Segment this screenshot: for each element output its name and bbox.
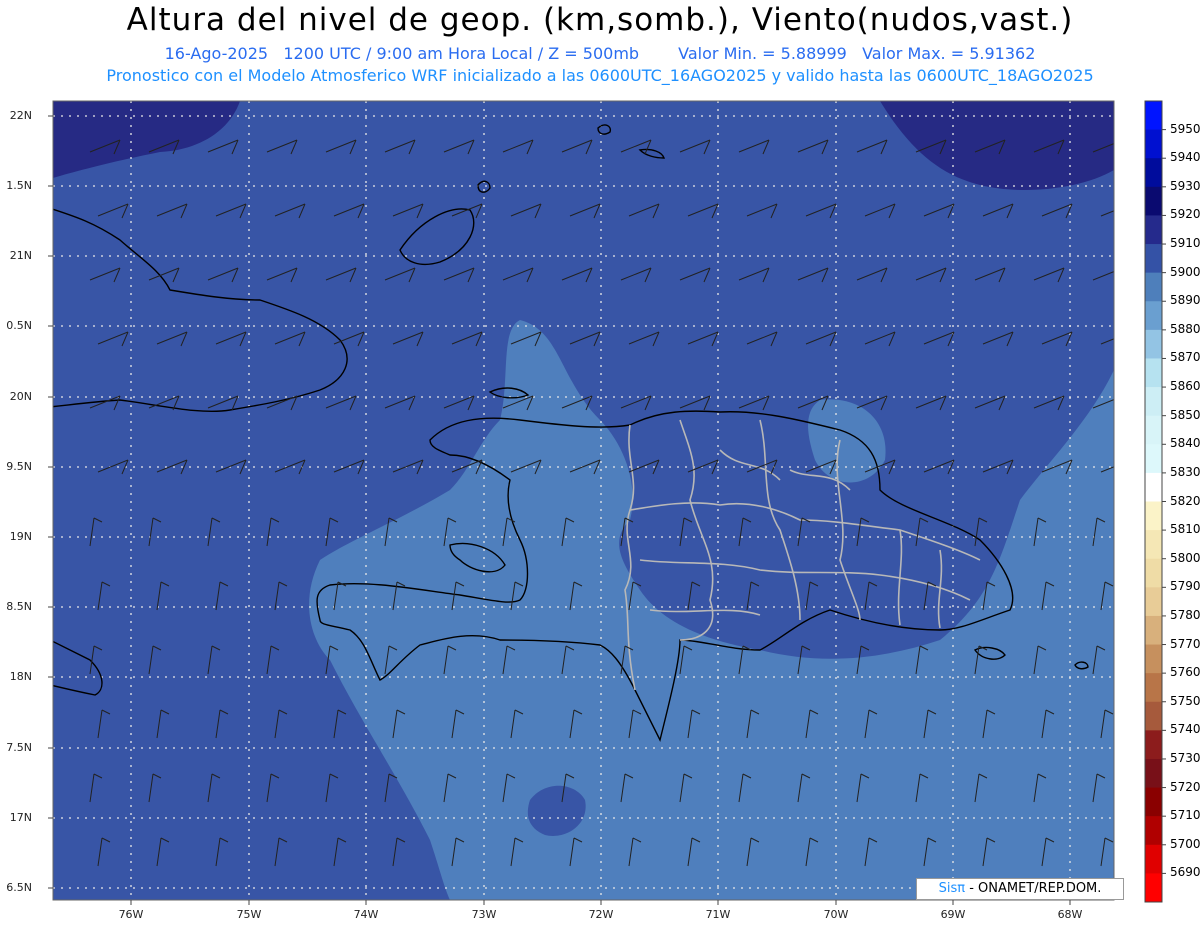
- colorbar-swatch: [1145, 758, 1162, 789]
- credit-text: - ONAMET/REP.DOM.: [965, 881, 1102, 896]
- colorbar-swatch: [1145, 415, 1162, 445]
- colorbar-label: 5830: [1170, 464, 1200, 479]
- lat-label-17n: 17N: [9, 811, 32, 824]
- lat-label-21n: 21N: [9, 249, 32, 262]
- colorbar-label: 5810: [1170, 522, 1200, 537]
- colorbar-label: 5900: [1170, 264, 1200, 279]
- colorbar-swatch: [1145, 501, 1162, 531]
- lat-label-21-5n: 1.5N: [6, 179, 32, 192]
- colorbar-swatch: [1145, 444, 1162, 474]
- colorbar-label: 5780: [1170, 607, 1200, 622]
- colorbar-label: 5920: [1170, 207, 1200, 222]
- colorbar-swatch: [1145, 530, 1162, 560]
- colorbar-swatch: [1145, 129, 1162, 159]
- credit-box: Sisπ - ONAMET/REP.DOM.: [916, 878, 1124, 900]
- lat-label-16-5n: 6.5N: [6, 881, 32, 894]
- colorbar-label: 5800: [1170, 550, 1200, 565]
- lon-label-73w: 73W: [471, 908, 497, 921]
- colorbar-label: 5910: [1170, 236, 1200, 251]
- colorbar-label: 5940: [1170, 150, 1200, 165]
- colorbar-label: 5820: [1170, 493, 1200, 508]
- lon-label-68w: 68W: [1057, 908, 1083, 921]
- colorbar-swatch: [1145, 272, 1162, 302]
- colorbar-label: 5750: [1170, 693, 1200, 708]
- colorbar-label: 5950: [1170, 121, 1200, 136]
- colorbar-label: 5930: [1170, 178, 1200, 193]
- colorbar-swatch: [1145, 873, 1162, 903]
- lon-label-69w: 69W: [940, 908, 966, 921]
- colorbar-swatch: [1145, 844, 1162, 874]
- colorbar-swatch: [1145, 244, 1162, 274]
- colorbar-label: 5870: [1170, 350, 1200, 365]
- colorbar: [1145, 101, 1166, 903]
- colorbar-swatch: [1145, 787, 1162, 817]
- colorbar-swatch: [1145, 158, 1162, 188]
- colorbar-label: 5850: [1170, 407, 1200, 422]
- colorbar-label: 5860: [1170, 379, 1200, 394]
- colorbar-swatch: [1145, 387, 1162, 417]
- colorbar-label: 5690: [1170, 865, 1200, 880]
- colorbar-swatch: [1145, 472, 1162, 502]
- colorbar-swatch: [1145, 644, 1162, 674]
- sis-logo-text: Sisπ: [938, 881, 966, 896]
- lon-label-72w: 72W: [588, 908, 614, 921]
- lon-label-70w: 70W: [823, 908, 849, 921]
- colorbar-swatch: [1145, 301, 1162, 331]
- map-canvas: [48, 100, 1166, 905]
- geopotential-field: [53, 101, 1114, 900]
- lat-label-20-5n: 0.5N: [6, 319, 32, 332]
- colorbar-swatch: [1145, 358, 1162, 388]
- colorbar-swatch: [1145, 558, 1162, 588]
- colorbar-label: 5760: [1170, 665, 1200, 680]
- lon-label-74w: 74W: [353, 908, 379, 921]
- colorbar-label: 5890: [1170, 293, 1200, 308]
- colorbar-label: 5880: [1170, 321, 1200, 336]
- lat-label-19-5n: 9.5N: [6, 460, 32, 473]
- colorbar-label: 5740: [1170, 722, 1200, 737]
- lat-label-17-5n: 7.5N: [6, 741, 32, 754]
- lon-label-76w: 76W: [118, 908, 144, 921]
- colorbar-swatch: [1145, 587, 1162, 617]
- colorbar-label: 5730: [1170, 750, 1200, 765]
- lat-label-22n: 22N: [9, 109, 32, 122]
- colorbar-swatch: [1145, 730, 1162, 760]
- colorbar-label: 5770: [1170, 636, 1200, 651]
- colorbar-label: 5840: [1170, 436, 1200, 451]
- colorbar-label: 5700: [1170, 836, 1200, 851]
- lat-label-18n: 18N: [9, 670, 32, 683]
- colorbar-label: 5790: [1170, 579, 1200, 594]
- colorbar-swatch: [1145, 673, 1162, 703]
- colorbar-swatch: [1145, 329, 1162, 359]
- colorbar-label: 5710: [1170, 808, 1200, 823]
- lat-label-18-5n: 8.5N: [6, 600, 32, 613]
- colorbar-swatch: [1145, 215, 1162, 245]
- lat-label-20n: 20N: [9, 390, 32, 403]
- lon-label-71w: 71W: [705, 908, 731, 921]
- colorbar-label: 5720: [1170, 779, 1200, 794]
- colorbar-swatch: [1145, 701, 1162, 731]
- lat-label-19n: 19N: [9, 530, 32, 543]
- lon-label-75w: 75W: [236, 908, 262, 921]
- colorbar-swatch: [1145, 101, 1162, 131]
- colorbar-swatch: [1145, 186, 1162, 216]
- colorbar-swatch: [1145, 615, 1162, 646]
- colorbar-swatch: [1145, 816, 1162, 846]
